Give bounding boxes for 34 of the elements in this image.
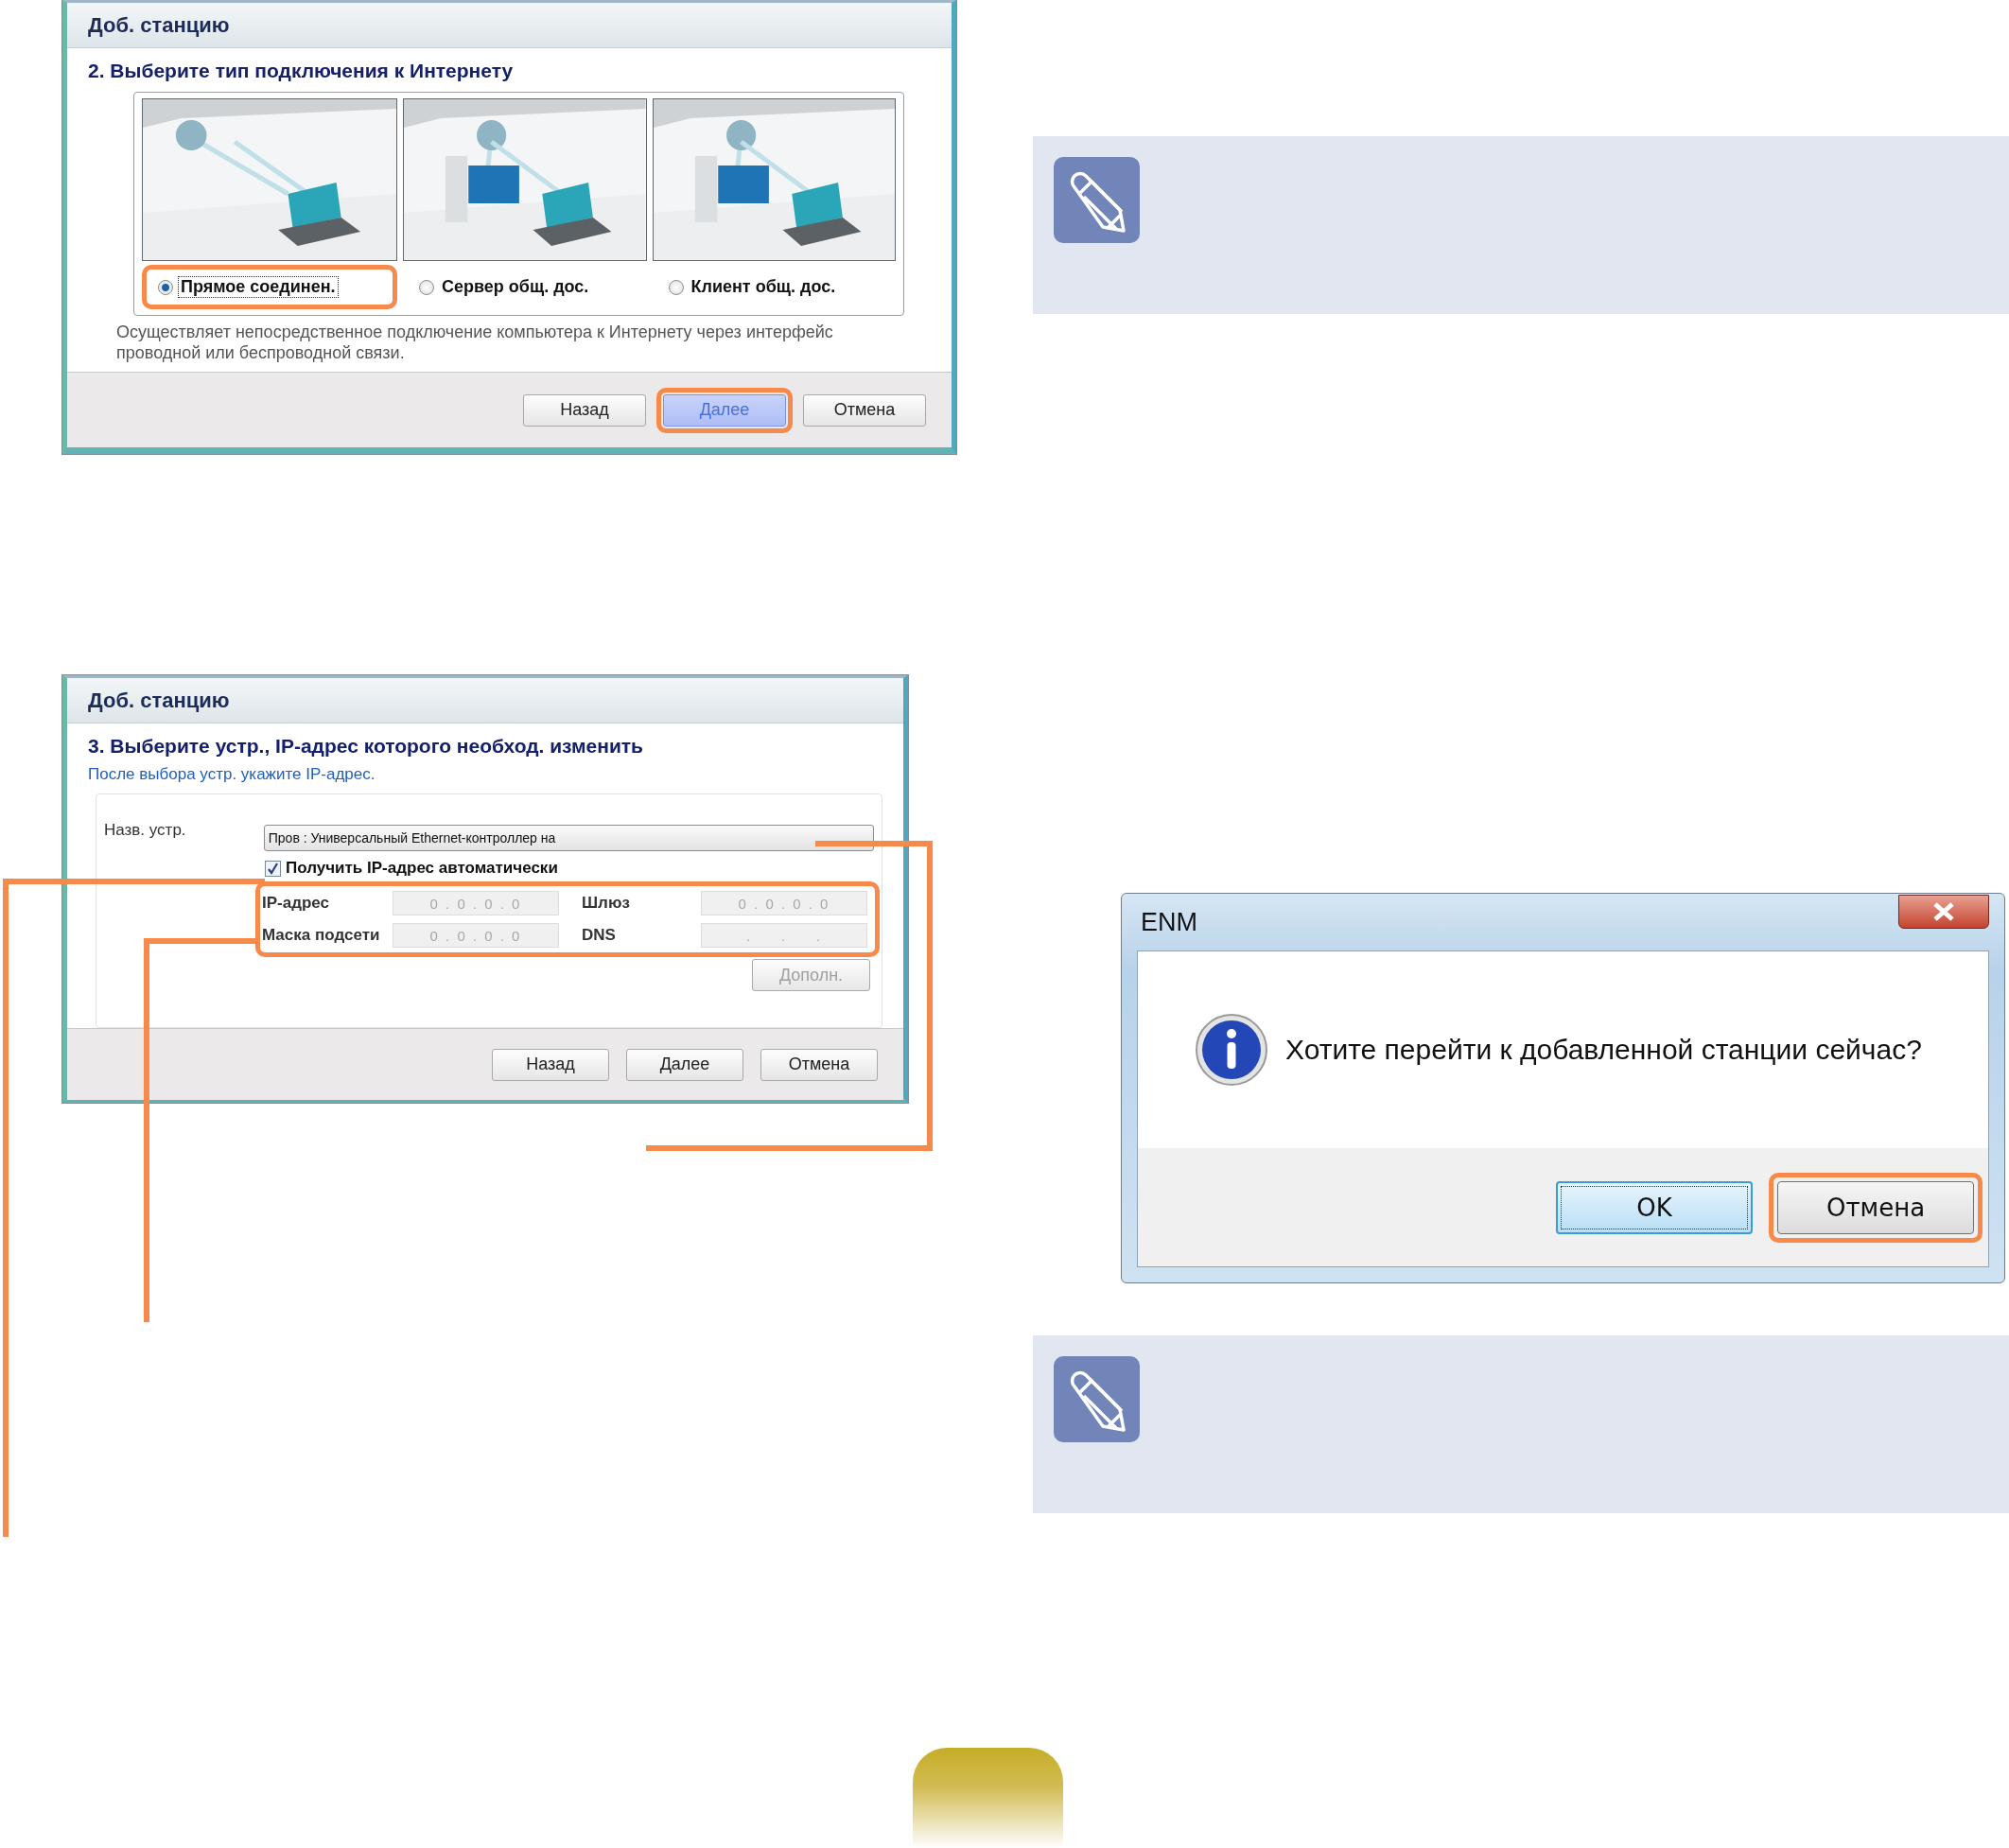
dialog-button[interactable]: Отмена <box>1777 1180 1974 1234</box>
step-hint: После выбора устр. укажите IP-адрес. <box>88 765 376 784</box>
window-title: Доб. станцию <box>88 12 230 38</box>
window-title: ENM <box>1140 907 1197 937</box>
field-label: IP-адрес <box>261 894 331 913</box>
dialog-button[interactable]: Далее <box>626 1048 743 1081</box>
dialog-button[interactable]: Назад <box>492 1048 609 1081</box>
device-dropdown[interactable]: Пров : Универсальный Ethernet-контроллер на <box>263 825 874 851</box>
radio-button[interactable] <box>419 279 434 295</box>
checkbox-label[interactable]: Получить IP-адрес автоматически <box>286 859 558 878</box>
checkbox[interactable] <box>265 860 281 877</box>
radio-button[interactable] <box>668 279 684 295</box>
dialog-button[interactable]: OK <box>1556 1180 1753 1234</box>
option-label[interactable]: Прямое соединен. <box>179 277 338 297</box>
field-label: DNS <box>581 926 617 945</box>
pencil-icon <box>1054 1356 1140 1442</box>
dialog-button[interactable]: Отмена <box>803 393 926 427</box>
field-label: Маска подсети <box>261 926 381 945</box>
dialog-button[interactable]: Назад <box>523 393 646 427</box>
pencil-icon <box>1054 157 1140 243</box>
radio-button[interactable] <box>158 279 173 295</box>
message-text: Хотите перейти к добавленной станции сейчас? <box>1285 1034 1922 1066</box>
close-icon <box>1931 901 1956 922</box>
step-heading: 3. Выберите устр., IP-адрес которого необход. изменить <box>88 735 644 758</box>
info-icon <box>1195 1013 1268 1087</box>
step-heading: 2. Выберите тип подключения к Интернету <box>88 60 515 82</box>
close-button[interactable] <box>1898 895 1989 929</box>
field-label: Назв. устр. <box>104 821 187 840</box>
window-title: Доб. станцию <box>88 688 230 713</box>
option-label[interactable]: Клиент общ. дос. <box>689 277 838 297</box>
description-text: Осуществляет непосредственное подключение компьютера к Интернету через интерфейс проводной или беспроводной связи. <box>116 322 834 363</box>
field-label: Шлюз <box>581 894 631 913</box>
option-label[interactable]: Сервер общ. дос. <box>440 277 591 297</box>
dialog-button[interactable]: Отмена <box>760 1048 878 1081</box>
